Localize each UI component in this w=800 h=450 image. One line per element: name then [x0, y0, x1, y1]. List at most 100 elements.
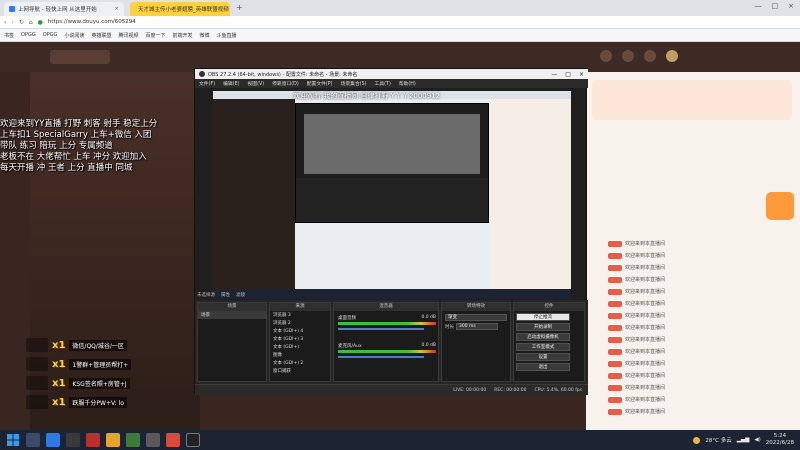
close-icon[interactable]: ×: [788, 2, 794, 10]
filters-button[interactable]: 滤镜: [236, 292, 245, 298]
source-item[interactable]: 浏览器 2: [270, 319, 330, 327]
back-icon[interactable]: ‹: [4, 19, 6, 26]
chat-row: 欢迎来到本直播间: [608, 288, 665, 295]
app-icon[interactable]: [86, 433, 100, 447]
chat-row: 欢迎来到本直播间: [608, 252, 665, 259]
douyu-page: 欢迎来到本直播间 欢迎来到本直播间 欢迎来到本直播间 欢迎来到本直播间 欢迎来到…: [0, 42, 800, 430]
menu-item[interactable]: 工具(T): [375, 80, 391, 87]
minimize-icon[interactable]: —: [551, 71, 557, 78]
app-icon[interactable]: [126, 433, 140, 447]
source-item[interactable]: 文本 (GDI+) 2: [270, 359, 330, 367]
scenes-dock: 场景 场景: [197, 302, 267, 382]
menu-item[interactable]: 文件(F): [199, 80, 215, 87]
obs-menu-bar: 文件(F) 编辑(E) 视图(V) 停靠窗口(D) 配置文件(P) 场景集合(S…: [195, 79, 588, 88]
chat-row: 欢迎来到本直播间: [608, 336, 665, 343]
mixer-channel-name: 麦克风/Aux: [338, 344, 362, 349]
url-field[interactable]: https://www.douyu.com/605294: [48, 19, 136, 25]
browser-tab-active[interactable]: 天才城主传小老婆翅膀_英雄联盟视频 ×: [130, 2, 230, 16]
source-item[interactable]: 图像: [270, 351, 330, 359]
source-item[interactable]: 文本 (GDI+): [270, 343, 330, 351]
no-source-label: 未选择源: [197, 293, 215, 298]
scene-item[interactable]: 场景: [198, 311, 266, 319]
studio-mode-button[interactable]: 工作室模式: [516, 343, 570, 351]
menu-item[interactable]: 视图(V): [247, 80, 264, 87]
volume-slider[interactable]: [338, 328, 424, 330]
volume-slider[interactable]: [338, 356, 424, 358]
source-item[interactable]: 文本 (GDI+) 3: [270, 335, 330, 343]
chat-row: 欢迎来到本直播间: [608, 360, 665, 367]
stop-streaming-button[interactable]: 停止推流: [516, 313, 570, 321]
source-item[interactable]: 窗口捕获: [270, 367, 330, 375]
folder-icon[interactable]: [106, 433, 120, 447]
bookmark-item[interactable]: 百度一下: [145, 32, 165, 39]
close-tab-icon[interactable]: ×: [114, 6, 119, 12]
gift-multiplier: x1: [52, 396, 66, 408]
settings-button[interactable]: 设置: [516, 353, 570, 361]
captured-desktop: 欢迎观看 我的直播间 自律打野 Y丫丫2000912: [213, 91, 571, 299]
header-icon[interactable]: [600, 50, 612, 62]
volume-icon[interactable]: ◀): [754, 437, 760, 443]
header-icon[interactable]: [644, 50, 656, 62]
windows-start-icon[interactable]: [6, 433, 20, 447]
bookmark-item[interactable]: 小说阅读: [64, 32, 84, 39]
mixer-dock: 混音器 桌面音频 0.0 dB 麦克风/Aux 0.0 dB: [333, 302, 439, 382]
level-badge: [608, 264, 622, 271]
gift-desc: KSG签名照+房管+J: [69, 377, 130, 389]
properties-button[interactable]: 属性: [221, 292, 230, 298]
app-icon[interactable]: [166, 433, 180, 447]
address-bar: ‹ › ↻ ⌂ ● https://www.douyu.com/605294: [0, 16, 800, 29]
source-item[interactable]: 文本 (GDI+) 4: [270, 327, 330, 335]
gift-promo-icon[interactable]: [766, 192, 794, 220]
browser-tab[interactable]: 上网导航 - 轻快上网 从这里开始 ×: [4, 2, 124, 16]
bookmark-item[interactable]: 书签: [4, 32, 14, 39]
reload-icon[interactable]: ↻: [19, 19, 24, 26]
duration-input[interactable]: 300 ms: [456, 323, 498, 330]
maximize-icon[interactable]: □: [772, 2, 779, 10]
menu-item[interactable]: 配置文件(P): [307, 80, 333, 87]
bookmark-item[interactable]: 斗鱼直播: [217, 32, 237, 39]
avatar[interactable]: [666, 50, 678, 62]
home-icon[interactable]: ⌂: [29, 19, 33, 26]
chat-row: 欢迎来到本直播间: [608, 408, 665, 415]
network-icon[interactable]: ▂▄▆: [737, 437, 750, 443]
menu-item[interactable]: 停靠窗口(D): [272, 80, 299, 87]
edge-icon[interactable]: [46, 433, 60, 447]
exit-button[interactable]: 退出: [516, 363, 570, 371]
maximize-icon[interactable]: □: [565, 71, 571, 78]
steam-icon[interactable]: [66, 433, 80, 447]
bookmark-item[interactable]: 前端开发: [172, 32, 192, 39]
bookmark-item[interactable]: 英雄联盟: [91, 32, 111, 39]
rec-status: REC: 00:00:00: [494, 387, 527, 393]
obs-preview[interactable]: 欢迎观看 我的直播间 自律打野 Y丫丫2000912: [213, 91, 571, 299]
menu-item[interactable]: 场景集合(S): [341, 80, 367, 87]
header-icon[interactable]: [622, 50, 634, 62]
clock[interactable]: 5:24 2022/6/28: [766, 433, 794, 447]
obs-title: OBS 27.2.4 (64-bit, windows) - 配置文件: 未命名…: [208, 71, 358, 78]
weather-text[interactable]: 28°C 多云: [705, 436, 731, 444]
obs-taskbar-icon[interactable]: [186, 433, 200, 447]
menu-item[interactable]: 编辑(E): [223, 80, 239, 87]
bookmark-item[interactable]: 微博: [200, 32, 210, 39]
system-tray: 28°C 多云 ▂▄▆ ◀) 5:24 2022/6/28: [693, 430, 794, 450]
gift-icon: [26, 357, 48, 371]
app-icon[interactable]: [146, 433, 160, 447]
forward-icon[interactable]: ›: [11, 19, 13, 26]
start-recording-button[interactable]: 开始录制: [516, 323, 570, 331]
minimize-icon[interactable]: —: [755, 2, 762, 10]
gift-icon: [26, 395, 48, 409]
bookmark-item[interactable]: OPGG: [43, 32, 58, 38]
level-badge: [608, 360, 622, 367]
mixer-channel-name: 桌面音频: [338, 316, 356, 321]
bookmark-item[interactable]: 腾讯视频: [118, 32, 138, 39]
close-icon[interactable]: ×: [579, 71, 584, 78]
transition-select[interactable]: 渐变: [445, 314, 507, 321]
search-icon[interactable]: [26, 433, 40, 447]
level-badge: [608, 252, 622, 259]
dock-title: 混音器: [334, 303, 438, 311]
source-item[interactable]: 浏览器 3: [270, 311, 330, 319]
menu-item[interactable]: 帮助(H): [399, 80, 416, 87]
virtual-camera-button[interactable]: 启动虚拟摄像机: [516, 333, 570, 341]
bookmark-item[interactable]: OPGG: [21, 32, 36, 38]
new-tab-icon[interactable]: +: [236, 3, 243, 12]
gift-row: x1 微信/QQ/城谷/一区: [26, 338, 127, 352]
